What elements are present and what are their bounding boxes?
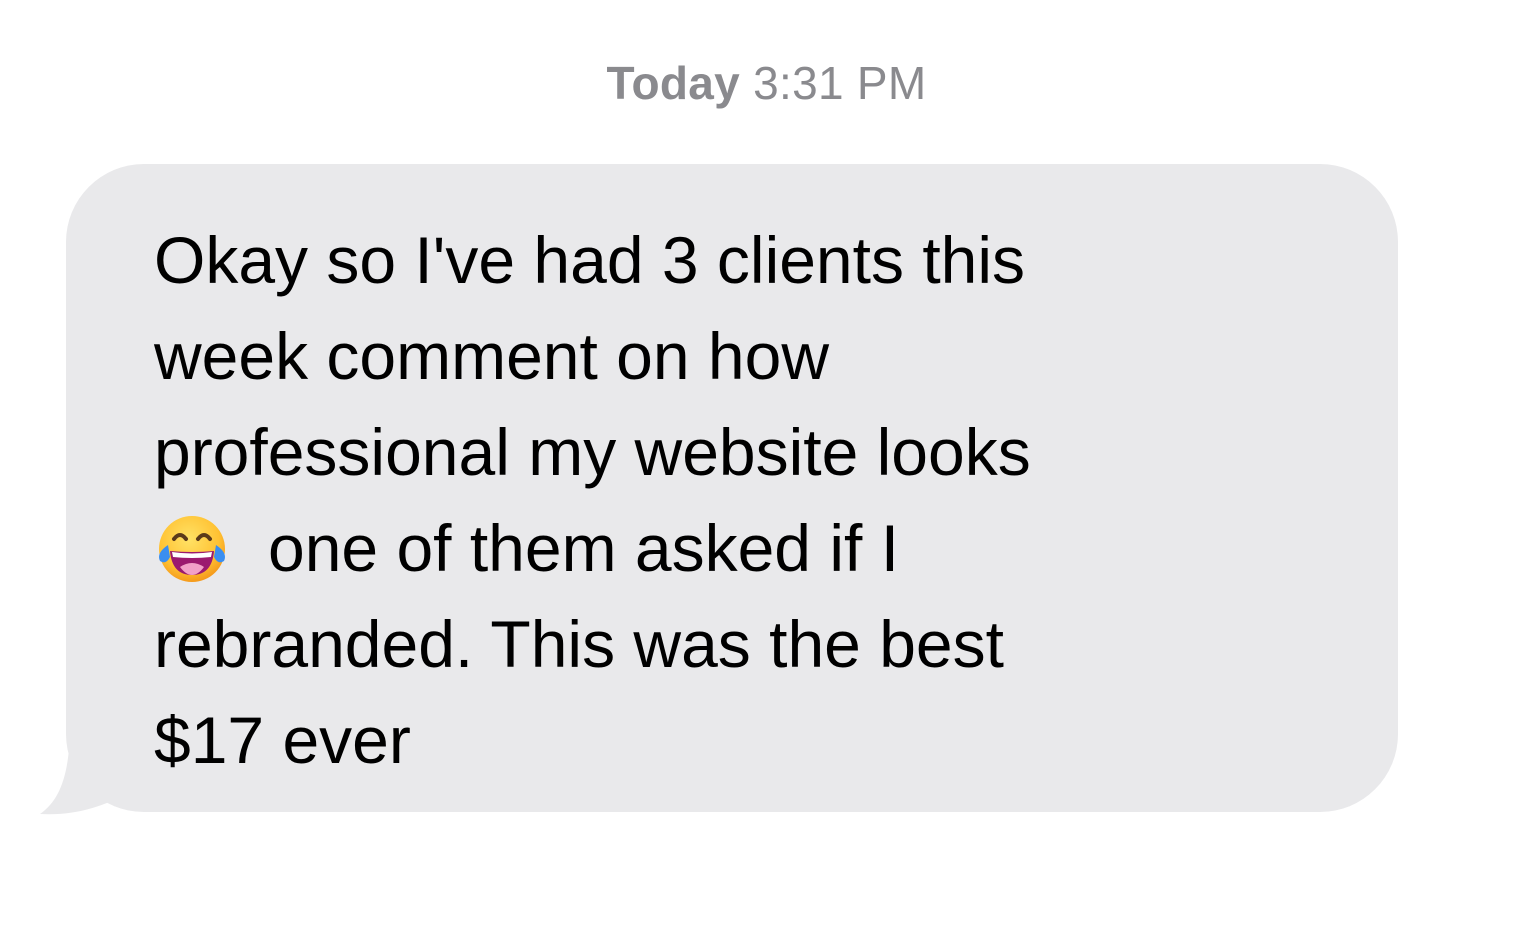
message-timestamp: Today 3:31 PM <box>0 56 1533 110</box>
message-line: week comment on how <box>154 319 829 393</box>
message-text: Okay so I've had 3 clients this week com… <box>154 212 1304 788</box>
timestamp-day: Today <box>606 57 741 109</box>
conversation-view: Today 3:31 PM Okay so I've had 3 clients… <box>0 0 1533 928</box>
timestamp-time: 3:31 PM <box>753 57 927 109</box>
message-bubble: Okay so I've had 3 clients this week com… <box>66 164 1398 812</box>
face-with-tears-of-joy-icon <box>159 516 225 582</box>
message-line: $17 ever <box>154 703 411 777</box>
message-line-text: one of them asked if I <box>268 511 900 585</box>
message-line-with-emoji: one of them asked if I <box>154 500 1304 596</box>
message-line: rebranded. This was the best <box>154 607 1004 681</box>
message-line: professional my website looks <box>154 415 1031 489</box>
incoming-message[interactable]: Okay so I've had 3 clients this week com… <box>40 164 1400 816</box>
message-line: Okay so I've had 3 clients this <box>154 223 1026 297</box>
